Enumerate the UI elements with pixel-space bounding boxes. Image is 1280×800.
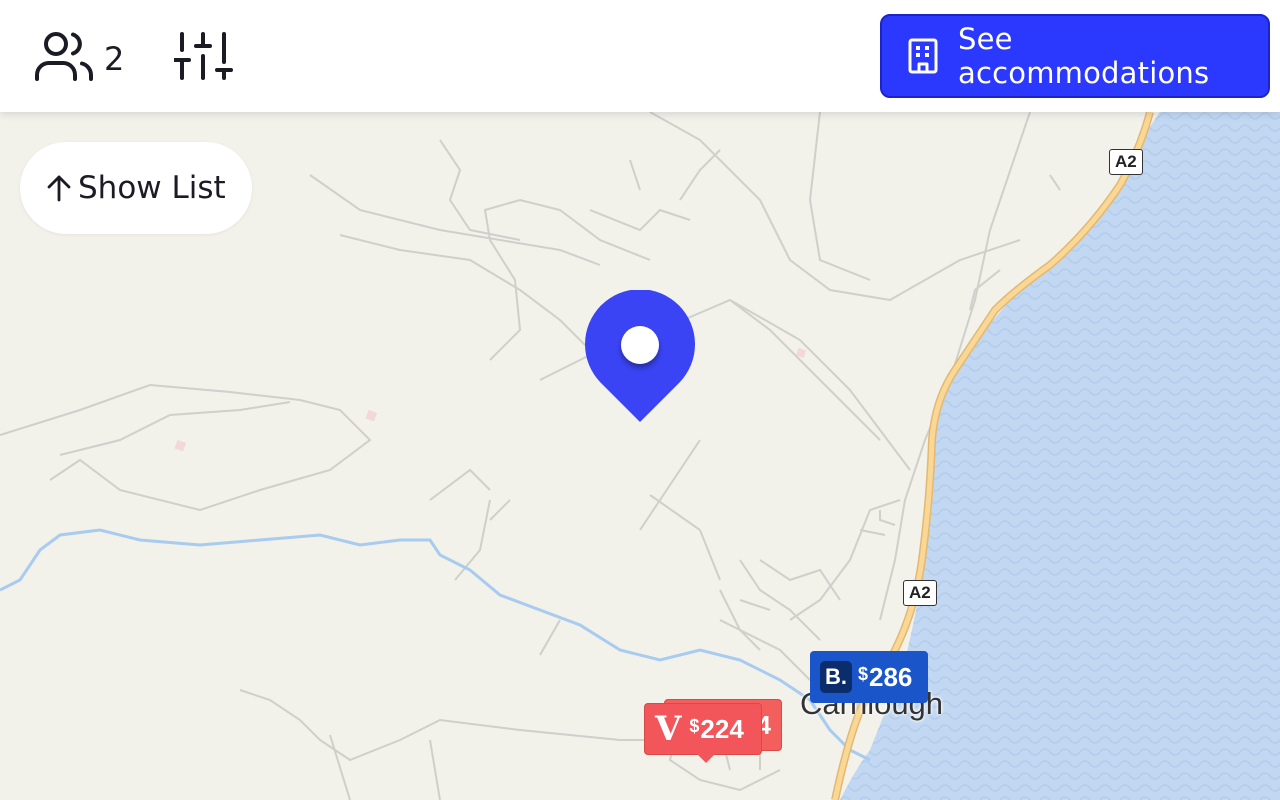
top-bar: 2 See accommodations — [0, 0, 1280, 112]
filters-button[interactable] — [173, 30, 234, 87]
building-icon — [908, 38, 938, 74]
marker-tail — [697, 754, 715, 763]
map-pin-icon[interactable] — [585, 289, 695, 431]
price-value: 286 — [869, 661, 913, 692]
arrow-up-icon — [46, 174, 72, 202]
booking-logo-icon: B. — [820, 661, 852, 693]
road-label-a2: A2 — [903, 580, 937, 606]
price-currency: $ — [858, 663, 869, 684]
price-value: 224 — [700, 713, 744, 744]
guests-button[interactable]: 2 — [34, 30, 124, 87]
guest-count: 2 — [104, 39, 125, 78]
users-icon — [34, 30, 94, 87]
sliders-icon — [173, 32, 234, 86]
show-list-label: Show List — [78, 170, 226, 206]
price-currency: $ — [689, 715, 700, 736]
road-label-a2: A2 — [1109, 149, 1143, 175]
vrbo-price-marker[interactable]: V $ 224 — [644, 703, 762, 763]
vrbo-logo-icon: V — [655, 709, 682, 749]
booking-price-marker[interactable]: B. $ 286 — [810, 651, 928, 703]
see-accommodations-label: See accommodations — [958, 22, 1210, 90]
show-list-button[interactable]: Show List — [20, 142, 252, 234]
see-accommodations-button[interactable]: See accommodations — [880, 14, 1270, 98]
